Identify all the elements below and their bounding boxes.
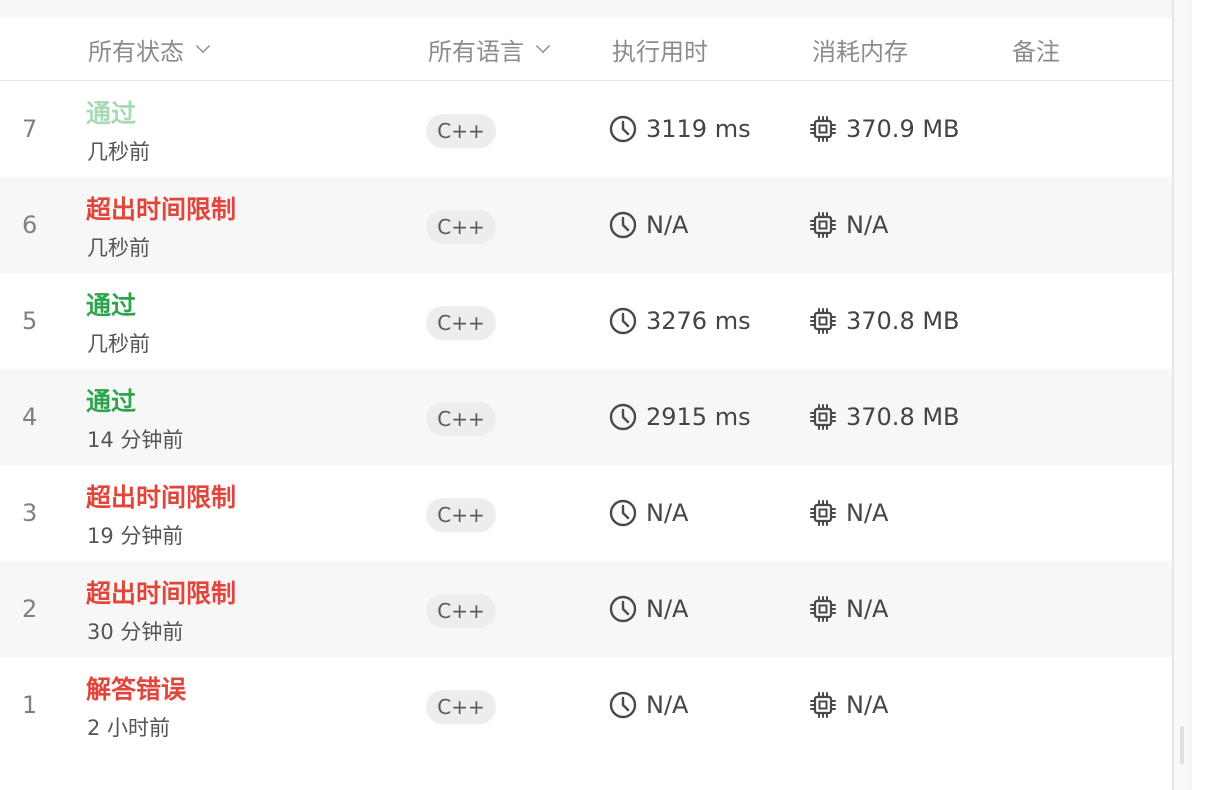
row-index: 6 [22, 211, 38, 239]
language-badge: C++ [426, 402, 496, 436]
table-row[interactable]: 1 解答错误 2 小时前 C++ N/A N/A [0, 657, 1172, 753]
chip-icon [810, 692, 836, 718]
memory-value: 370.9 MB [808, 81, 960, 177]
runtime-text: N/A [646, 595, 689, 623]
runtime-value: N/A [608, 561, 688, 657]
memory-text: 370.8 MB [846, 307, 960, 335]
memory-text: N/A [846, 211, 889, 239]
chevron-down-icon [195, 38, 211, 54]
runtime-value: N/A [608, 657, 688, 753]
table-row[interactable]: 4 通过 14 分钟前 C++ 2915 ms 370.8 MB [0, 369, 1172, 465]
language-badge: C++ [426, 594, 496, 628]
runtime-value: N/A [608, 177, 688, 273]
status-link[interactable]: 超出时间限制 [86, 483, 236, 513]
language-badge: C++ [426, 114, 496, 148]
language-badge: C++ [426, 306, 496, 340]
status-filter-label: 所有状态 [88, 37, 184, 66]
status-link[interactable]: 解答错误 [86, 675, 186, 705]
submission-time: 几秒前 [87, 332, 150, 356]
row-index: 5 [22, 307, 38, 335]
submission-time: 30 分钟前 [87, 620, 184, 644]
submission-time: 几秒前 [87, 140, 150, 164]
table-row[interactable]: 7 通过几秒前 C++ 3119 ms 370.9 MB [0, 81, 1172, 177]
submissions-table: 所有状态 所有语言 执行用时 消耗内存 备注 7 通过 几秒前 C++ 3119 ms 3… [0, 18, 1172, 753]
chip-icon [810, 500, 836, 526]
clock-icon [609, 595, 637, 623]
clock-icon [609, 307, 637, 335]
status-link[interactable]: 通过 [86, 291, 136, 321]
row-index: 7 [22, 115, 38, 143]
memory-value: N/A [808, 561, 888, 657]
chip-icon [810, 404, 836, 430]
memory-value: N/A [808, 657, 888, 753]
memory-text: N/A [846, 595, 889, 623]
language-filter-dropdown[interactable]: 所有语言 [428, 18, 551, 80]
row-index: 2 [22, 595, 38, 623]
memory-value: 370.8 MB [808, 273, 960, 369]
status-link[interactable]: 超出时间限制 [86, 579, 236, 609]
status-link[interactable]: 通过 [86, 387, 136, 417]
language-filter-label: 所有语言 [428, 37, 524, 66]
top-strip [0, 0, 1172, 18]
memory-value: N/A [808, 177, 888, 273]
scrollbar-thumb[interactable] [1180, 726, 1184, 764]
clock-icon [609, 403, 637, 431]
memory-text: N/A [846, 691, 889, 719]
row-index: 4 [22, 403, 38, 431]
table-row[interactable]: 2 超出时间限制 30 分钟前 C++ N/A N/A [0, 561, 1172, 657]
submission-time: 14 分钟前 [87, 428, 184, 452]
clock-icon [609, 691, 637, 719]
scrollbar-track[interactable] [1174, 0, 1191, 790]
runtime-header: 执行用时 [612, 18, 708, 80]
runtime-value: 3119 ms [608, 81, 751, 177]
runtime-text: 2915 ms [646, 403, 751, 431]
runtime-text: N/A [646, 499, 689, 527]
runtime-text: 3119 ms [646, 115, 751, 143]
memory-header: 消耗内存 [812, 18, 908, 80]
status-filter-dropdown[interactable]: 所有状态 [88, 18, 211, 80]
chip-icon [810, 212, 836, 238]
table-body: 7 通过 几秒前 C++ 3119 ms 370.9 MB 6 超出时间限制 几秒前 C++ N/A… [0, 81, 1172, 753]
chip-icon [810, 308, 836, 334]
status-link[interactable]: 通过 [86, 99, 136, 129]
memory-text: 370.9 MB [846, 115, 960, 143]
chip-icon [810, 116, 836, 142]
memory-header-label: 消耗内存 [812, 37, 908, 66]
clock-icon [609, 115, 637, 143]
runtime-header-label: 执行用时 [612, 37, 708, 66]
chevron-down-icon [535, 38, 551, 54]
row-index: 1 [22, 691, 38, 719]
status-link[interactable]: 超出时间限制 [86, 195, 236, 225]
language-badge: C++ [426, 498, 496, 532]
submission-time: 19 分钟前 [87, 524, 184, 548]
notes-header-label: 备注 [1012, 37, 1060, 66]
runtime-text: N/A [646, 691, 689, 719]
table-row[interactable]: 5 通过几秒前 C++ 3276 ms 370.8 MB [0, 273, 1172, 369]
runtime-text: N/A [646, 211, 689, 239]
clock-icon [609, 211, 637, 239]
table-header: 所有状态 所有语言 执行用时 消耗内存 备注 [0, 18, 1172, 81]
submission-time: 2 小时前 [87, 716, 171, 740]
runtime-text: 3276 ms [646, 307, 751, 335]
language-badge: C++ [426, 690, 496, 724]
memory-text: 370.8 MB [846, 403, 960, 431]
memory-text: N/A [846, 499, 889, 527]
memory-value: N/A [808, 465, 888, 561]
clock-icon [609, 499, 637, 527]
row-index: 3 [22, 499, 38, 527]
notes-header: 备注 [1012, 18, 1060, 80]
language-badge: C++ [426, 210, 496, 244]
memory-value: 370.8 MB [808, 369, 960, 465]
table-row[interactable]: 6 超出时间限制几秒前 C++ N/A N/A [0, 177, 1172, 273]
runtime-value: 2915 ms [608, 369, 751, 465]
runtime-value: N/A [608, 465, 688, 561]
submission-time: 几秒前 [87, 236, 150, 260]
runtime-value: 3276 ms [608, 273, 751, 369]
table-row[interactable]: 3 超出时间限制 19 分钟前 C++ N/A N/A [0, 465, 1172, 561]
chip-icon [810, 596, 836, 622]
submissions-page: 所有状态 所有语言 执行用时 消耗内存 备注 7 通过 几秒前 C++ 3119 ms 3… [0, 0, 1224, 790]
